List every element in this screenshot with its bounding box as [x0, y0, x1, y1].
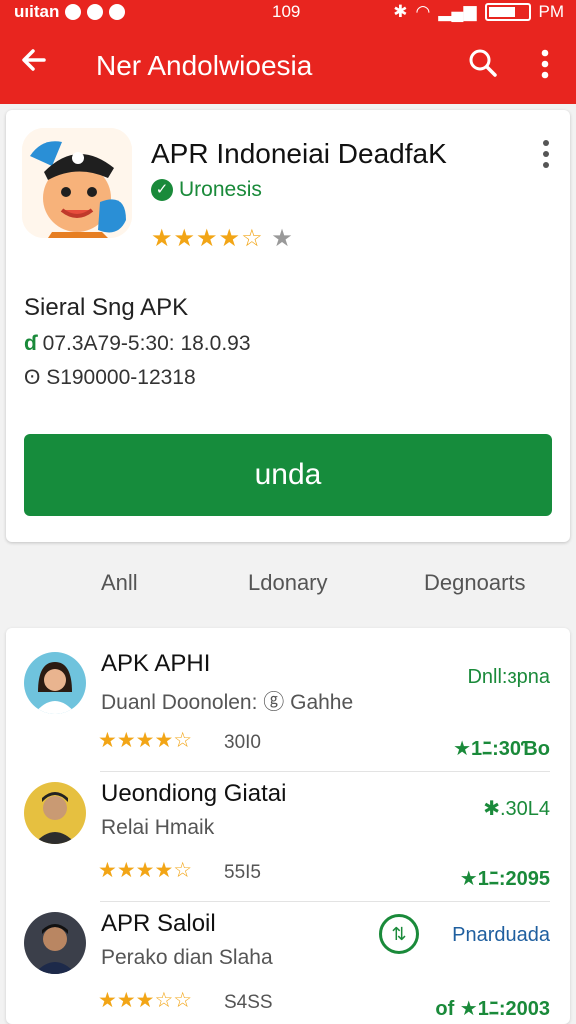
tab-all[interactable]: Anll	[101, 570, 138, 596]
avatar	[24, 652, 86, 714]
item-downloads: ★1ﾆ:2095	[459, 868, 550, 890]
app-bar-title: Ner Andolwioesia	[96, 50, 313, 81]
item-rating-count: 30I0	[224, 732, 261, 753]
card-more-button[interactable]	[536, 138, 556, 170]
rating-empty-star: ★	[271, 225, 294, 252]
notification-icon	[109, 4, 126, 20]
item-downloads: of ★1ﾆ:2003	[435, 998, 550, 1020]
status-ampm: PM	[538, 2, 565, 21]
apk-version-info: ɗ 07.3A79-5:30: 18.0.93	[24, 332, 251, 356]
item-downloads: ★1ﾆ:30Ɓo	[453, 738, 550, 760]
arrow-left-icon	[22, 49, 46, 71]
app-bar: Ner Andolwioesia	[0, 30, 576, 100]
tab-downloads[interactable]: Degnoarts	[424, 570, 526, 596]
notification-icon	[87, 4, 104, 20]
item-rating-count: 55I5	[224, 862, 261, 883]
divider	[100, 901, 550, 902]
status-right: ✱ ◠ ▂▄▆ PM	[393, 2, 564, 22]
more-vertical-icon	[543, 140, 549, 168]
back-button[interactable]	[18, 44, 58, 84]
item-subtitle: Relai Hmaik	[101, 816, 215, 839]
install-button[interactable]: unda	[24, 434, 552, 516]
divider	[100, 771, 550, 772]
app-name: APR Indoneiai DeadfaK	[151, 138, 447, 169]
item-rating-count: S4SS	[224, 992, 273, 1013]
clock-icon: ʘ	[24, 366, 41, 389]
item-title: APK APHI	[101, 650, 211, 677]
avatar	[24, 782, 86, 844]
verified-check-icon: ✓	[151, 179, 173, 201]
list-item[interactable]: APK APHI Duanl Doonolen: ⓖ Gahhe ★★★★☆ 3…	[6, 644, 570, 772]
developer-name: Uronesis	[179, 178, 262, 201]
app-list: APK APHI Duanl Doonolen: ⓖ Gahhe ★★★★☆ 3…	[6, 628, 570, 1024]
bluetooth-icon: ✱	[393, 2, 408, 21]
item-status: Dnll:ɜpna	[467, 666, 550, 688]
more-vertical-icon	[541, 49, 549, 79]
item-action-link[interactable]: Pnarduada	[452, 924, 550, 947]
download-icon: ɗ	[24, 332, 37, 355]
item-title: APR Saloil	[101, 910, 216, 937]
list-item[interactable]: Ueondiong Giatai Relai Hmaik ★★★★☆ 55I5 …	[6, 774, 570, 902]
version-text: 07.3A79-5:30: 18.0.93	[42, 332, 251, 355]
apk-subtitle: Sieral Sng APK	[24, 294, 189, 321]
item-rating-stars: ★★★★☆	[98, 729, 193, 752]
size-text: S190000-12318	[46, 366, 196, 389]
status-left: uıitan	[14, 2, 126, 22]
app-detail-card: APR Indoneiai DeadfaK ✓ Uronesis ★★★★☆ ★…	[6, 110, 570, 542]
item-status: ✱.30L4	[483, 798, 550, 820]
item-rating-stars: ★★★★☆	[98, 859, 193, 882]
download-circle-icon[interactable]: ⇅	[379, 914, 419, 954]
person-avatar-icon	[24, 782, 86, 844]
overflow-menu-button[interactable]	[530, 46, 560, 86]
developer-link[interactable]: ✓ Uronesis	[151, 178, 262, 202]
search-icon	[469, 49, 497, 77]
carrier-text: uıitan	[14, 2, 60, 21]
avatar	[24, 912, 86, 974]
top-bar: uıitan 109 ✱ ◠ ▂▄▆ PM Ner Andolwioesia	[0, 0, 576, 104]
signal-icon: ▂▄▆	[438, 2, 477, 21]
item-title: Ueondiong Giatai	[101, 780, 287, 807]
tab-library[interactable]: Ldonary	[248, 570, 328, 596]
apk-size-info: ʘ S190000-12318	[24, 366, 196, 390]
wifi-icon: ◠	[415, 2, 431, 21]
list-item[interactable]: APR Saloil Perako dian Slaha ★★★☆☆ S4SS …	[6, 904, 570, 1024]
app-rating-stars: ★★★★☆ ★	[151, 224, 294, 253]
item-subtitle: Duanl Doonolen: ⓖ Gahhe	[101, 691, 354, 714]
status-bar: uıitan 109 ✱ ◠ ▂▄▆ PM	[0, 0, 576, 26]
item-rating-stars: ★★★☆☆	[98, 989, 193, 1012]
notification-icon	[65, 4, 82, 20]
person-avatar-icon	[24, 652, 86, 714]
app-icon	[22, 128, 132, 238]
pirate-character-icon	[22, 128, 132, 238]
rating-stars: ★★★★☆	[151, 225, 264, 252]
status-time: 109	[272, 2, 301, 21]
item-subtitle: Perako dian Slaha	[101, 946, 273, 969]
battery-icon	[484, 3, 531, 21]
tab-bar: Anll Ldonary Degnoarts	[0, 560, 576, 608]
person-avatar-icon	[24, 912, 86, 974]
search-button[interactable]	[466, 46, 506, 86]
